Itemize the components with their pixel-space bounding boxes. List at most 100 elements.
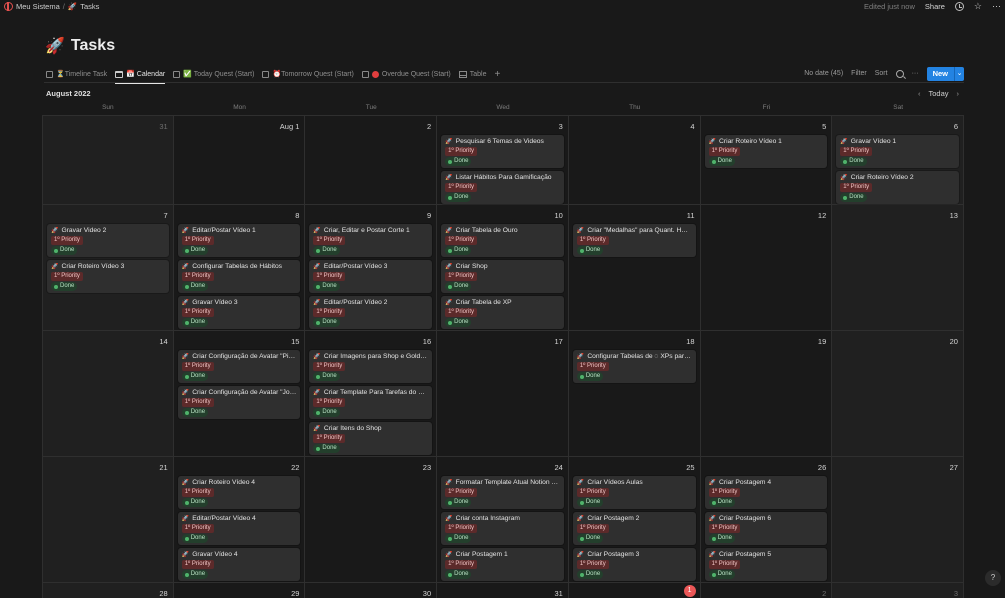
today-button[interactable]: Today xyxy=(928,89,948,98)
calendar-day-cell[interactable]: 6 🚀 Gravar Vídeo 1 1º Priority Done 🚀 Criar Ro… xyxy=(832,115,964,205)
task-card[interactable]: 🚀 Criar "Medalhas" para Quant. Hábitos 1º … xyxy=(572,224,696,257)
task-card[interactable]: 🚀 Criar Postagem 1 1º Priority Done xyxy=(441,548,564,581)
tab-4[interactable]: Overdue Quest (Start) xyxy=(361,66,451,82)
favorite-star-icon[interactable]: ☆ xyxy=(974,2,982,11)
task-card[interactable]: 🚀 Editar/Postar Vídeo 2 1º Priority Done xyxy=(309,296,433,329)
new-button[interactable]: New xyxy=(926,66,954,81)
calendar-day-cell[interactable]: 23 xyxy=(305,457,438,583)
task-card[interactable]: 🚀 Configurar Tabelas de Hábitos 1º Priorit… xyxy=(177,260,301,293)
tab-1[interactable]: 📅 Calendar xyxy=(115,66,166,84)
calendar-day-cell[interactable]: 31 xyxy=(437,583,569,598)
task-card[interactable]: 🚀 Criar Postagem 2 1º Priority Done xyxy=(572,512,696,545)
next-month-chevron-icon[interactable]: › xyxy=(957,89,960,98)
task-card[interactable]: 🚀 Gravar Vídeo 3 1º Priority Done xyxy=(177,296,301,329)
calendar-day-cell[interactable]: 27 xyxy=(832,457,964,583)
previous-month-chevron-icon[interactable]: ‹ xyxy=(918,89,921,98)
task-card[interactable]: 🚀 Criar Roteiro Vídeo 2 1º Priority Done xyxy=(836,171,959,204)
calendar-day-cell[interactable]: 9 🚀 Criar, Editar e Postar Corte 1 1º Prior… xyxy=(305,205,438,331)
no-date-button[interactable]: No date (45) xyxy=(804,70,843,77)
more-options-icon[interactable]: ⋯ xyxy=(992,2,1001,11)
task-card[interactable]: 🚀 Editar/Postar Vídeo 3 1º Priority Done xyxy=(309,260,433,293)
tab-0[interactable]: ⏳Timeline Task xyxy=(46,66,107,82)
calendar-day-cell[interactable]: 26 🚀 Criar Postagem 4 1º Priority Done 🚀 Criar… xyxy=(700,457,833,583)
calendar-day-cell[interactable]: 31 xyxy=(42,115,174,205)
calendar-day-cell[interactable]: 13 xyxy=(832,205,964,331)
calendar-day-cell[interactable]: 16 🚀 Criar Imagens para Shop e Gold Bag 1º … xyxy=(305,331,438,457)
calendar-day-cell[interactable]: 30 xyxy=(305,583,438,598)
page-title-text[interactable]: Tasks xyxy=(71,37,115,55)
task-card[interactable]: 🚀 Criar Tabela de Ouro 1º Priority Done xyxy=(441,224,564,257)
calendar-day-cell[interactable]: 24🚀Formatar Template Atual Notion Para V… xyxy=(437,457,569,583)
calendar-day-cell[interactable]: 5 🚀 Criar Roteiro Vídeo 1 1º Priority Done xyxy=(700,115,833,205)
help-button[interactable]: ? xyxy=(985,570,1001,586)
tab-3[interactable]: ⏰Tomorrow Quest (Start) xyxy=(262,66,354,82)
task-card[interactable]: 🚀 Gravar Video 2 1º Priority Done xyxy=(47,224,169,257)
updates-clock-icon[interactable] xyxy=(954,2,964,11)
task-card[interactable]: 🚀Criar Configuração de Avatar "Jornada" 1… xyxy=(177,386,301,419)
calendar-day-cell[interactable]: Aug 1 xyxy=(173,115,306,205)
task-card[interactable]: 🚀 Criar Itens do Shop 1º Priority Done xyxy=(309,422,433,455)
day-number: 9 xyxy=(426,211,432,220)
view-icon xyxy=(173,70,181,78)
task-card[interactable]: 🚀 Criar Postagem 6 1º Priority Done xyxy=(704,512,828,545)
calendar-day-cell[interactable]: 17 xyxy=(437,331,569,457)
calendar-day-cell[interactable]: 22 🚀 Criar Roteiro Vídeo 4 1º Priority Done 🚀… xyxy=(173,457,306,583)
calendar-day-cell[interactable]: 1 xyxy=(569,583,701,598)
status-dot-icon xyxy=(579,536,584,541)
calendar-day-cell[interactable]: 20 xyxy=(832,331,964,457)
calendar-day-cell[interactable]: 18 🚀 Configurar Tabelas de ◌ XPs para Epic… xyxy=(568,331,701,457)
page-rocket-icon[interactable]: 🚀 xyxy=(45,36,65,56)
add-view-plus-icon[interactable]: + xyxy=(495,69,501,80)
task-card[interactable]: 🚀 Configurar Tabelas de ◌ XPs para Epic 1º… xyxy=(572,350,696,383)
task-card[interactable]: 🚀 Listar Hábitos Para Gamificação 1º Prior… xyxy=(441,171,564,204)
filter-button[interactable]: Filter xyxy=(851,70,867,77)
sort-button[interactable]: Sort xyxy=(875,70,888,77)
task-card[interactable]: 🚀 Criar, Editar e Postar Corte 1 1º Priori… xyxy=(309,224,433,257)
task-card[interactable]: 🚀 Editar/Postar Vídeo 4 1º Priority Done xyxy=(177,512,301,545)
calendar-day-cell[interactable]: 11 🚀 Criar "Medalhas" para Quant. Hábitos 1… xyxy=(568,205,701,331)
task-card[interactable]: 🚀 Criar Roteiro Vídeo 4 1º Priority Done xyxy=(177,476,301,509)
search-icon[interactable] xyxy=(895,69,904,78)
task-card[interactable]: 🚀Formatar Template Atual Notion Para Ven… xyxy=(441,476,564,509)
calendar-day-cell[interactable]: 19 xyxy=(700,331,833,457)
task-card[interactable]: 🚀 Criar Tabela de XP 1º Priority Done xyxy=(441,296,564,329)
calendar-day-cell[interactable]: 15 🚀 Criar Configuração de Avatar "Pilares… xyxy=(173,331,306,457)
task-card[interactable]: 🚀 Criar Roteiro Vídeo 1 1º Priority Done xyxy=(704,135,828,168)
status-label: Done xyxy=(585,535,601,541)
breadcrumb-workspace[interactable]: Meu Sistema xyxy=(16,2,60,11)
task-card[interactable]: 🚀 Pesquisar 6 Temas de Videos 1º Priority D… xyxy=(441,135,564,168)
calendar-day-cell[interactable]: 4 xyxy=(568,115,701,205)
tab-5[interactable]: Table xyxy=(458,66,487,82)
share-button[interactable]: Share xyxy=(925,2,945,11)
task-card[interactable]: 🚀 Criar Shop 1º Priority Done xyxy=(441,260,564,293)
tab-2[interactable]: ✅ Today Quest (Start) xyxy=(173,66,254,82)
calendar-day-cell[interactable]: 7 🚀 Gravar Video 2 1º Priority Done 🚀 Criar Ro… xyxy=(42,205,174,331)
task-card[interactable]: 🚀 Gravar Vídeo 1 1º Priority Done xyxy=(836,135,959,168)
task-card[interactable]: 🚀 Criar Configuração de Avatar "Pilares".… xyxy=(177,350,301,383)
task-card[interactable]: 🚀 Criar conta Instagram 1º Priority Done xyxy=(441,512,564,545)
calendar-day-cell[interactable]: 10 🚀 Criar Tabela de Ouro 1º Priority Done 🚀 C… xyxy=(437,205,569,331)
new-dropdown-chevron-icon[interactable]: ⌄ xyxy=(954,66,964,81)
task-card[interactable]: 🚀 Editar/Postar Vídeo 1 1º Priority Done xyxy=(177,224,301,257)
calendar-day-cell[interactable]: 3 xyxy=(832,583,964,598)
breadcrumb-page[interactable]: Tasks xyxy=(80,2,99,11)
task-card[interactable]: 🚀 Criar Postagem 5 1º Priority Done xyxy=(704,548,828,581)
task-card[interactable]: 🚀 Criar Template Para Tarefas do Projeto 1… xyxy=(309,386,433,419)
task-card[interactable]: 🚀 Criar Vídeos Aulas 1º Priority Done xyxy=(572,476,696,509)
more-button[interactable]: ··· xyxy=(912,70,919,77)
calendar-day-cell[interactable]: 2 xyxy=(305,115,438,205)
calendar-day-cell[interactable]: 12 xyxy=(700,205,833,331)
calendar-day-cell[interactable]: 29 xyxy=(174,583,306,598)
calendar-day-cell[interactable]: 2 xyxy=(701,583,833,598)
task-card[interactable]: 🚀 Criar Roteiro Vídeo 3 1º Priority Done xyxy=(47,260,169,293)
calendar-day-cell[interactable]: 8 🚀 Editar/Postar Vídeo 1 1º Priority Done 🚀 C… xyxy=(173,205,306,331)
calendar-day-cell[interactable]: 28 xyxy=(42,583,174,598)
task-card[interactable]: 🚀 Criar Imagens para Shop e Gold Bag 1º Pr… xyxy=(309,350,433,383)
task-card[interactable]: 🚀 Criar Postagem 3 1º Priority Done xyxy=(572,548,696,581)
calendar-day-cell[interactable]: 14 xyxy=(42,331,174,457)
task-card[interactable]: 🚀 Criar Postagem 4 1º Priority Done xyxy=(704,476,828,509)
calendar-day-cell[interactable]: 25 🚀 Criar Vídeos Aulas 1º Priority Done 🚀 Cri… xyxy=(568,457,701,583)
task-card[interactable]: 🚀 Gravar Vídeo 4 1º Priority Done xyxy=(177,548,301,581)
calendar-day-cell[interactable]: 3 🚀 Pesquisar 6 Temas de Videos 1º Priority… xyxy=(437,115,569,205)
calendar-day-cell[interactable]: 21 xyxy=(42,457,174,583)
